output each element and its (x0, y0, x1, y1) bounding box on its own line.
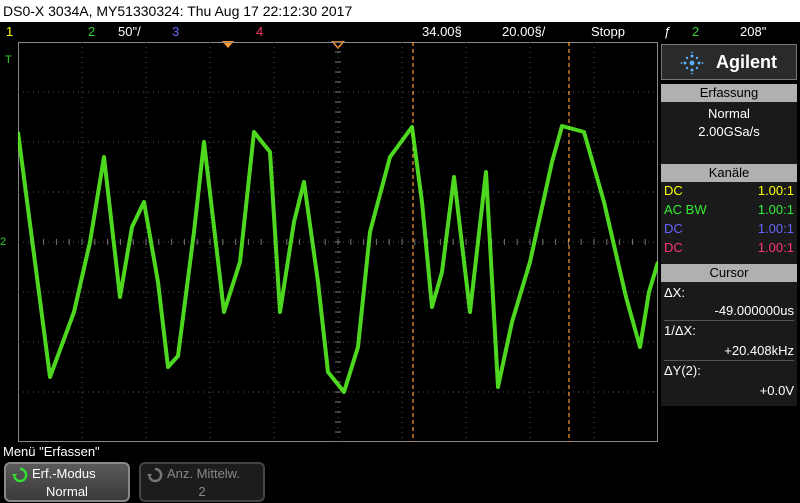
acquisition-mode-softkey[interactable]: Erf.-Modus Normal (4, 462, 130, 502)
trigger-level: 208" (740, 24, 767, 39)
window-title: DS0-X 3034A, MY51330324: Thu Aug 17 22:1… (0, 0, 800, 22)
channel-4-ratio: 1.00:1 (757, 240, 794, 255)
waveform-display[interactable] (18, 42, 658, 442)
delta-y-label: ΔY(2): (664, 363, 701, 378)
channel-4-row: DC 1.00:1 (664, 239, 794, 257)
sample-rate: 2.00GSa/s (698, 124, 760, 139)
cursor-panel: ΔX: -49.000000us 1/ΔX: +20.408kHz ΔY(2):… (661, 282, 797, 406)
averages-softkey[interactable]: Anz. Mittelw. 2 (139, 462, 265, 502)
averages-value: 2 (198, 484, 206, 499)
channel-4-indicator[interactable]: 4 (256, 22, 263, 42)
logo-text: Agilent (716, 52, 777, 72)
acquisition-header: Erfassung (661, 84, 797, 102)
channel-2-indicator[interactable]: 2 (88, 22, 95, 42)
channel-1-indicator[interactable]: 1 (6, 22, 13, 42)
status-bar: 1 2 50"/ 3 4 34.00§ 20.00§/ Stopp ƒ 2 20… (0, 22, 800, 42)
menu-title: Menü "Erfassen" (0, 442, 800, 461)
agilent-spark-icon (680, 51, 704, 75)
channel-2-ratio: 1.00:1 (757, 202, 794, 217)
inverse-delta-x-value: +20.408kHz (724, 343, 794, 358)
delta-x-label: ΔX: (664, 285, 685, 300)
sidebar: Agilent Erfassung Normal 2.00GSa/s Kanäl… (661, 44, 800, 441)
channel-2-scale: 50"/ (118, 24, 141, 39)
inverse-delta-x-label: 1/ΔX: (664, 323, 696, 338)
run-state: Stopp (591, 24, 625, 39)
channels-panel: DC 1.00:1 AC BW 1.00:1 DC 1.00:1 DC 1.00… (661, 182, 797, 264)
ground-marker: 2 (0, 236, 7, 248)
rotate-knob-icon (12, 467, 28, 483)
acquisition-mode-value: Normal (46, 484, 88, 499)
cursor-divider (664, 320, 794, 321)
channel-1-coupling: DC (664, 183, 683, 198)
channel-3-indicator[interactable]: 3 (172, 22, 179, 42)
channel-2-coupling: AC BW (664, 202, 707, 217)
acquisition-mode-label: Erf.-Modus (32, 466, 96, 481)
rotate-knob-icon (147, 467, 163, 483)
channel-4-coupling: DC (664, 240, 683, 255)
channel-3-row: DC 1.00:1 (664, 220, 794, 238)
channel-3-coupling: DC (664, 221, 683, 236)
agilent-logo: Agilent (661, 44, 797, 80)
acquisition-panel: Normal 2.00GSa/s (661, 102, 797, 164)
channel-3-ratio: 1.00:1 (757, 221, 794, 236)
horizontal-delay: 34.00§ (422, 24, 462, 39)
channel-1-row: DC 1.00:1 (664, 182, 794, 200)
trigger-edge-icon: ƒ (664, 24, 672, 39)
timebase-scale: 20.00§/ (502, 24, 546, 39)
graticule (18, 42, 658, 442)
cursor-divider (664, 360, 794, 361)
channels-header: Kanäle (661, 164, 797, 182)
channel-1-ratio: 1.00:1 (757, 183, 794, 198)
averages-label: Anz. Mittelw. (167, 466, 240, 481)
delta-x-value: -49.000000us (714, 303, 794, 318)
channel-2-row: AC BW 1.00:1 (664, 201, 794, 219)
delta-y-value: +0.0V (759, 383, 794, 398)
trigger-level-marker: T (5, 54, 12, 66)
trigger-channel: 2 (692, 24, 700, 39)
acquisition-mode: Normal (708, 106, 750, 121)
cursor-header: Cursor (661, 264, 797, 282)
